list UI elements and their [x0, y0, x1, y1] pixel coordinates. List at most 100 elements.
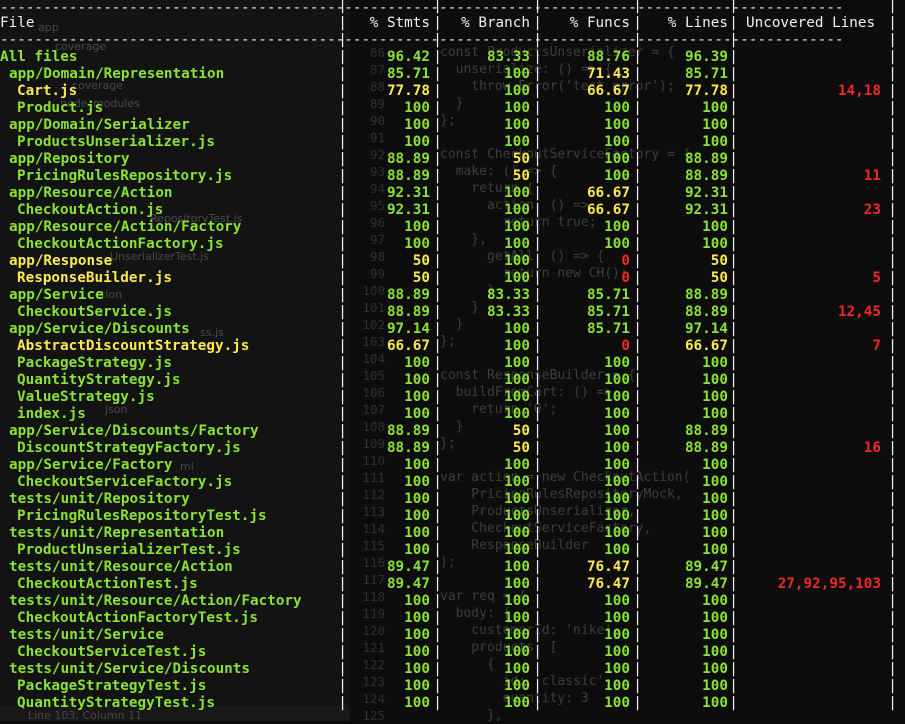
- funcs-value: 100: [604, 661, 630, 677]
- column-divider: |: [533, 338, 542, 354]
- table-row: PackageStrategyTest.js 100 100 100 100: [0, 678, 905, 695]
- column-divider: |: [338, 423, 347, 439]
- column-divider: |: [533, 644, 542, 660]
- funcs-value: 76.47: [586, 559, 630, 575]
- file-name: CheckoutService.js: [17, 304, 172, 320]
- column-divider: |: [338, 508, 347, 524]
- column-divider: |: [888, 134, 897, 150]
- column-divider: |: [338, 32, 347, 48]
- uncovered-lines: [740, 593, 881, 610]
- funcs-value: 66.67: [586, 83, 630, 99]
- column-divider: |: [633, 593, 642, 609]
- column-divider: |: [729, 15, 738, 31]
- column-divider: |: [338, 542, 347, 558]
- column-divider: |: [533, 610, 542, 626]
- branch-value: 100: [504, 542, 530, 558]
- table-row: tests/unit/Repository 100 100 100 100: [0, 491, 905, 508]
- stmts-value: 96.42: [386, 49, 430, 65]
- branch-value: 100: [504, 134, 530, 150]
- column-divider: |: [433, 49, 442, 65]
- column-divider: |: [433, 372, 442, 388]
- uncovered-lines: [740, 474, 881, 491]
- table-row: CheckoutActionFactoryTest.js 100 100 100 100: [0, 610, 905, 627]
- stmts-value: 50: [412, 270, 430, 286]
- funcs-value: 100: [604, 491, 630, 507]
- column-divider: |: [729, 134, 738, 150]
- column-divider: |: [633, 304, 642, 320]
- file-name: app/Service/Factory: [9, 457, 173, 473]
- uncovered-lines: [740, 100, 881, 117]
- stmts-value: 100: [404, 100, 430, 116]
- uncovered-lines: [740, 117, 881, 134]
- column-divider: |: [888, 423, 897, 439]
- column-divider: |: [633, 695, 642, 711]
- funcs-value: 85.71: [586, 287, 630, 303]
- uncovered-lines: 23: [863, 202, 881, 218]
- column-divider: |: [338, 338, 347, 354]
- stmts-value: 100: [404, 627, 430, 643]
- funcs-value: 100: [604, 610, 630, 626]
- funcs-value: 100: [604, 593, 630, 609]
- lines-value: 50: [710, 270, 728, 286]
- uncovered-lines: 7: [872, 338, 881, 354]
- file-name: index.js: [17, 406, 86, 422]
- column-divider: |: [729, 525, 738, 541]
- column-divider: |: [633, 542, 642, 558]
- funcs-value: 0: [621, 338, 630, 354]
- column-divider: |: [533, 304, 542, 320]
- column-divider: |: [888, 202, 897, 218]
- column-divider: |: [433, 100, 442, 116]
- column-divider: |: [633, 678, 642, 694]
- file-name: DiscountStrategyFactory.js: [17, 440, 241, 456]
- funcs-value: 100: [604, 525, 630, 541]
- column-divider: |: [633, 15, 642, 31]
- file-name: CheckoutServiceTest.js: [17, 644, 207, 660]
- branch-value: 83.33: [486, 304, 530, 320]
- column-divider: |: [888, 355, 897, 371]
- column-divider: |: [433, 355, 442, 371]
- column-divider: |: [338, 185, 347, 201]
- column-divider: |: [433, 15, 442, 31]
- funcs-value: 0: [621, 253, 630, 269]
- column-divider: |: [338, 15, 347, 31]
- column-divider: |: [888, 525, 897, 541]
- column-divider: |: [729, 253, 738, 269]
- column-divider: |: [433, 321, 442, 337]
- file-name: CheckoutActionFactoryTest.js: [17, 610, 259, 626]
- column-divider: |: [729, 491, 738, 507]
- table-row: CheckoutActionTest.js 89.47 100 76.47 89.47 2…: [0, 576, 905, 593]
- column-divider: |: [433, 440, 442, 456]
- column-divider: |: [888, 338, 897, 354]
- column-divider: |: [533, 695, 542, 711]
- lines-value: 88.89: [684, 151, 728, 167]
- column-divider: |: [433, 219, 442, 235]
- lines-value: 100: [702, 627, 728, 643]
- column-divider: |: [633, 202, 642, 218]
- uncovered-lines: 11: [863, 168, 881, 184]
- column-divider: |: [633, 491, 642, 507]
- column-divider: |: [888, 168, 897, 184]
- table-row: app/Domain/Serializer 100 100 100 100: [0, 117, 905, 134]
- column-divider: |: [338, 304, 347, 320]
- column-divider: |: [533, 49, 542, 65]
- column-divider: |: [729, 0, 738, 14]
- lines-value: 100: [702, 610, 728, 626]
- file-name: app/Resource/Action/Factory: [9, 219, 242, 235]
- column-divider: |: [533, 15, 542, 31]
- header-file: File: [0, 15, 35, 31]
- uncovered-lines: 14,18: [837, 83, 881, 99]
- file-name: app/Domain/Representation: [9, 66, 225, 82]
- column-divider: |: [888, 695, 897, 711]
- table-row: app/Repository 88.89 50 100 88.89: [0, 151, 905, 168]
- lines-value: 100: [702, 236, 728, 252]
- uncovered-lines: [740, 287, 881, 304]
- stmts-value: 100: [404, 134, 430, 150]
- column-divider: |: [533, 457, 542, 473]
- column-divider: |: [433, 151, 442, 167]
- column-divider: |: [338, 287, 347, 303]
- column-divider: |: [633, 389, 642, 405]
- column-divider: |: [533, 236, 542, 252]
- uncovered-lines: [740, 49, 881, 66]
- lines-value: 100: [702, 678, 728, 694]
- column-divider: |: [533, 406, 542, 422]
